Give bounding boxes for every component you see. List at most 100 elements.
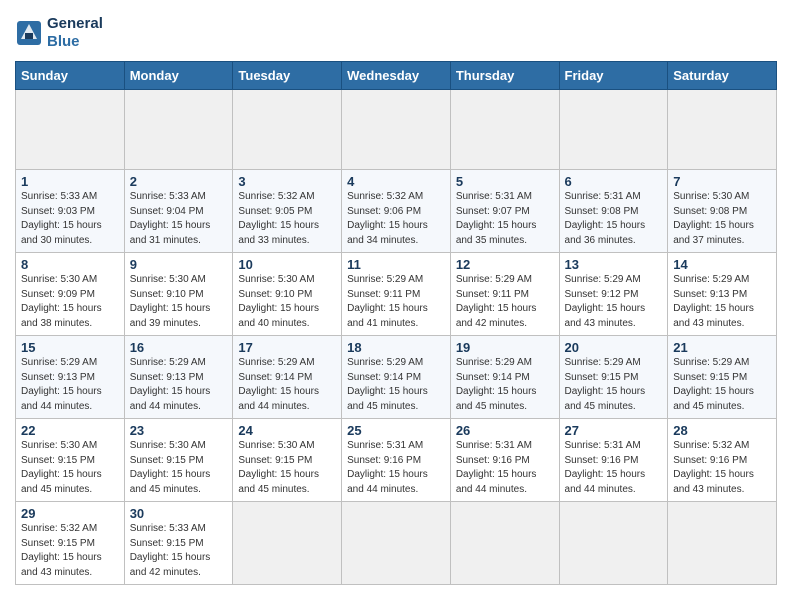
day-cell: 14 Sunrise: 5:29 AMSunset: 9:13 PMDaylig…	[668, 253, 777, 336]
day-info: Sunrise: 5:29 AMSunset: 9:14 PMDaylight:…	[238, 357, 319, 412]
day-cell: 26 Sunrise: 5:31 AMSunset: 9:16 PMDaylig…	[450, 419, 559, 502]
day-number: 19	[456, 340, 554, 355]
calendar-table: SundayMondayTuesdayWednesdayThursdayFrid…	[15, 61, 777, 585]
day-number: 25	[347, 423, 445, 438]
day-number: 9	[130, 257, 228, 272]
col-header-thursday: Thursday	[450, 62, 559, 90]
day-info: Sunrise: 5:32 AMSunset: 9:16 PMDaylight:…	[673, 440, 754, 495]
day-cell: 24 Sunrise: 5:30 AMSunset: 9:15 PMDaylig…	[233, 419, 342, 502]
day-cell: 6 Sunrise: 5:31 AMSunset: 9:08 PMDayligh…	[559, 170, 668, 253]
logo: General Blue	[15, 15, 103, 51]
col-header-sunday: Sunday	[16, 62, 125, 90]
day-number: 6	[565, 174, 663, 189]
day-cell: 13 Sunrise: 5:29 AMSunset: 9:12 PMDaylig…	[559, 253, 668, 336]
day-cell: 11 Sunrise: 5:29 AMSunset: 9:11 PMDaylig…	[342, 253, 451, 336]
day-info: Sunrise: 5:29 AMSunset: 9:13 PMDaylight:…	[130, 357, 211, 412]
day-cell: 23 Sunrise: 5:30 AMSunset: 9:15 PMDaylig…	[124, 419, 233, 502]
day-cell	[124, 90, 233, 170]
day-number: 11	[347, 257, 445, 272]
day-info: Sunrise: 5:32 AMSunset: 9:15 PMDaylight:…	[21, 523, 102, 578]
day-number: 3	[238, 174, 336, 189]
day-number: 10	[238, 257, 336, 272]
day-number: 5	[456, 174, 554, 189]
day-cell: 12 Sunrise: 5:29 AMSunset: 9:11 PMDaylig…	[450, 253, 559, 336]
day-cell: 15 Sunrise: 5:29 AMSunset: 9:13 PMDaylig…	[16, 336, 125, 419]
day-number: 21	[673, 340, 771, 355]
day-info: Sunrise: 5:29 AMSunset: 9:11 PMDaylight:…	[456, 274, 537, 329]
day-cell	[16, 90, 125, 170]
day-number: 28	[673, 423, 771, 438]
day-info: Sunrise: 5:29 AMSunset: 9:13 PMDaylight:…	[673, 274, 754, 329]
day-cell: 19 Sunrise: 5:29 AMSunset: 9:14 PMDaylig…	[450, 336, 559, 419]
day-cell	[559, 502, 668, 585]
day-info: Sunrise: 5:30 AMSunset: 9:15 PMDaylight:…	[238, 440, 319, 495]
day-info: Sunrise: 5:29 AMSunset: 9:14 PMDaylight:…	[347, 357, 428, 412]
page-header: General Blue	[15, 15, 777, 51]
day-number: 27	[565, 423, 663, 438]
col-header-friday: Friday	[559, 62, 668, 90]
day-cell: 3 Sunrise: 5:32 AMSunset: 9:05 PMDayligh…	[233, 170, 342, 253]
week-row-2: 8 Sunrise: 5:30 AMSunset: 9:09 PMDayligh…	[16, 253, 777, 336]
day-cell: 9 Sunrise: 5:30 AMSunset: 9:10 PMDayligh…	[124, 253, 233, 336]
day-number: 15	[21, 340, 119, 355]
logo-text: General Blue	[47, 15, 103, 51]
day-number: 17	[238, 340, 336, 355]
day-number: 2	[130, 174, 228, 189]
day-number: 8	[21, 257, 119, 272]
day-info: Sunrise: 5:30 AMSunset: 9:10 PMDaylight:…	[238, 274, 319, 329]
day-info: Sunrise: 5:30 AMSunset: 9:15 PMDaylight:…	[130, 440, 211, 495]
day-number: 22	[21, 423, 119, 438]
day-info: Sunrise: 5:31 AMSunset: 9:16 PMDaylight:…	[347, 440, 428, 495]
day-info: Sunrise: 5:29 AMSunset: 9:12 PMDaylight:…	[565, 274, 646, 329]
day-info: Sunrise: 5:30 AMSunset: 9:09 PMDaylight:…	[21, 274, 102, 329]
day-number: 18	[347, 340, 445, 355]
day-info: Sunrise: 5:33 AMSunset: 9:03 PMDaylight:…	[21, 191, 102, 246]
calendar-body: 1 Sunrise: 5:33 AMSunset: 9:03 PMDayligh…	[16, 90, 777, 585]
day-cell: 2 Sunrise: 5:33 AMSunset: 9:04 PMDayligh…	[124, 170, 233, 253]
day-info: Sunrise: 5:29 AMSunset: 9:13 PMDaylight:…	[21, 357, 102, 412]
day-cell: 4 Sunrise: 5:32 AMSunset: 9:06 PMDayligh…	[342, 170, 451, 253]
day-number: 30	[130, 506, 228, 521]
day-cell	[450, 502, 559, 585]
day-number: 20	[565, 340, 663, 355]
day-number: 1	[21, 174, 119, 189]
day-info: Sunrise: 5:31 AMSunset: 9:08 PMDaylight:…	[565, 191, 646, 246]
col-header-wednesday: Wednesday	[342, 62, 451, 90]
day-cell: 18 Sunrise: 5:29 AMSunset: 9:14 PMDaylig…	[342, 336, 451, 419]
calendar-header-row: SundayMondayTuesdayWednesdayThursdayFrid…	[16, 62, 777, 90]
day-info: Sunrise: 5:29 AMSunset: 9:15 PMDaylight:…	[673, 357, 754, 412]
day-number: 24	[238, 423, 336, 438]
day-cell: 20 Sunrise: 5:29 AMSunset: 9:15 PMDaylig…	[559, 336, 668, 419]
day-info: Sunrise: 5:32 AMSunset: 9:06 PMDaylight:…	[347, 191, 428, 246]
day-info: Sunrise: 5:31 AMSunset: 9:07 PMDaylight:…	[456, 191, 537, 246]
day-cell	[342, 502, 451, 585]
logo-icon	[15, 19, 43, 47]
day-number: 14	[673, 257, 771, 272]
day-info: Sunrise: 5:29 AMSunset: 9:15 PMDaylight:…	[565, 357, 646, 412]
day-info: Sunrise: 5:30 AMSunset: 9:15 PMDaylight:…	[21, 440, 102, 495]
week-row-5: 29 Sunrise: 5:32 AMSunset: 9:15 PMDaylig…	[16, 502, 777, 585]
day-number: 26	[456, 423, 554, 438]
day-cell: 1 Sunrise: 5:33 AMSunset: 9:03 PMDayligh…	[16, 170, 125, 253]
day-cell: 17 Sunrise: 5:29 AMSunset: 9:14 PMDaylig…	[233, 336, 342, 419]
day-number: 16	[130, 340, 228, 355]
day-info: Sunrise: 5:31 AMSunset: 9:16 PMDaylight:…	[565, 440, 646, 495]
day-cell: 5 Sunrise: 5:31 AMSunset: 9:07 PMDayligh…	[450, 170, 559, 253]
day-number: 12	[456, 257, 554, 272]
day-info: Sunrise: 5:29 AMSunset: 9:14 PMDaylight:…	[456, 357, 537, 412]
day-cell: 29 Sunrise: 5:32 AMSunset: 9:15 PMDaylig…	[16, 502, 125, 585]
day-cell	[668, 90, 777, 170]
day-cell	[559, 90, 668, 170]
day-info: Sunrise: 5:32 AMSunset: 9:05 PMDaylight:…	[238, 191, 319, 246]
day-number: 29	[21, 506, 119, 521]
week-row-1: 1 Sunrise: 5:33 AMSunset: 9:03 PMDayligh…	[16, 170, 777, 253]
day-cell: 28 Sunrise: 5:32 AMSunset: 9:16 PMDaylig…	[668, 419, 777, 502]
week-row-0	[16, 90, 777, 170]
day-cell	[450, 90, 559, 170]
week-row-4: 22 Sunrise: 5:30 AMSunset: 9:15 PMDaylig…	[16, 419, 777, 502]
day-info: Sunrise: 5:33 AMSunset: 9:04 PMDaylight:…	[130, 191, 211, 246]
day-number: 13	[565, 257, 663, 272]
day-cell	[233, 90, 342, 170]
day-cell: 30 Sunrise: 5:33 AMSunset: 9:15 PMDaylig…	[124, 502, 233, 585]
day-cell: 8 Sunrise: 5:30 AMSunset: 9:09 PMDayligh…	[16, 253, 125, 336]
